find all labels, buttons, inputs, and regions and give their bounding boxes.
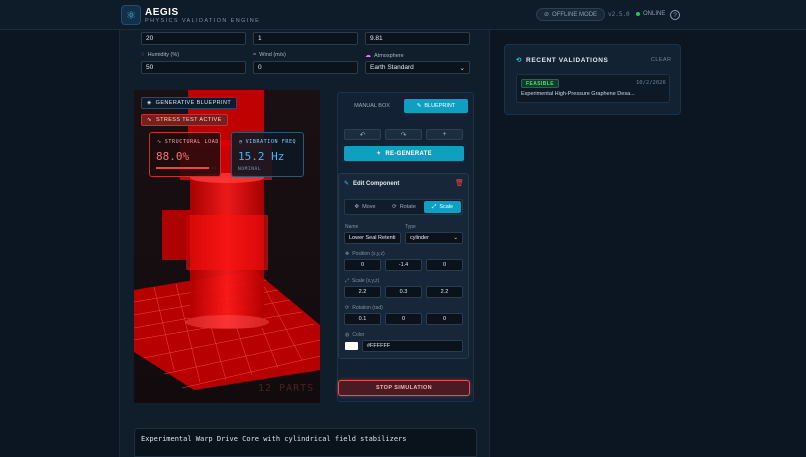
color-swatch[interactable] <box>345 342 358 350</box>
position-y-input[interactable]: -1.4 <box>385 259 422 271</box>
position-z-input[interactable]: 0 <box>426 259 463 271</box>
validation-date: 10/2/2026 <box>636 80 666 86</box>
move-icon: ✥ <box>345 251 350 257</box>
app-subtitle: PHYSICS VALIDATION ENGINE <box>145 18 261 24</box>
scale-icon: ⤢ <box>345 278 350 284</box>
tab-manual-box[interactable]: MANUAL BOX <box>342 99 402 113</box>
edit-icon: ✎ <box>344 181 350 187</box>
history-icon: ⟲ <box>516 57 523 64</box>
droplet-icon: ◌ <box>141 52 145 58</box>
wind-input[interactable]: 0 <box>253 61 358 74</box>
regenerate-button[interactable]: ✦ RE-GENERATE <box>344 146 464 161</box>
chevron-down-icon: ⌄ <box>453 235 458 241</box>
aegis-logo-icon: ⚛ <box>121 5 141 25</box>
palette-icon: ◍ <box>345 332 350 338</box>
tab-blueprint[interactable]: ✎ BLUEPRINT <box>404 99 468 113</box>
scale-label: ⤢ Scale (x,y,z) <box>345 278 380 284</box>
wind-icon: ≈ <box>253 52 257 58</box>
layers-icon: ◈ <box>147 100 152 106</box>
pen-icon: ✎ <box>416 103 422 109</box>
vibration-label: VIBRATION FREQ <box>245 139 297 145</box>
structural-load-value: 88.0% <box>156 150 190 163</box>
wind-label: ≈ Wind (m/s) <box>253 52 286 58</box>
mode-scale-button[interactable]: ⤢ Scale <box>424 201 461 213</box>
offline-mode-toggle[interactable]: ⊘ OFFLINE MODE <box>536 8 606 21</box>
undo-button[interactable]: ↶ <box>344 129 381 140</box>
rotation-x-input[interactable]: 0.1 <box>344 313 381 325</box>
design-prompt-text: Experimental Warp Drive Core with cylind… <box>141 435 407 443</box>
rotation-label: ⟳ Rotation (rad) <box>345 305 383 311</box>
vibration-status: NOMINAL <box>238 167 262 172</box>
color-label: ◍ Color <box>345 332 365 338</box>
environment-field-1[interactable]: 20 <box>141 32 246 45</box>
online-status-label: ONLINE <box>643 11 666 17</box>
structural-load-fill <box>156 167 209 169</box>
scale-icon: ⤢ <box>431 203 437 210</box>
rotate-icon: ⟳ <box>392 204 397 210</box>
scale-x-input[interactable]: 2.2 <box>344 286 381 298</box>
parts-count: 12 PARTS <box>258 383 315 394</box>
stress-test-tag: ∿ STRESS TEST ACTIVE <box>141 114 228 126</box>
type-label: Type <box>405 224 416 230</box>
component-name-input[interactable]: Lower Seal Retenti <box>344 232 401 244</box>
pulse-icon: ∿ <box>157 139 162 145</box>
help-button[interactable]: ? <box>670 10 680 20</box>
position-label: ✥ Position (x,y,z) <box>345 251 385 257</box>
mode-move-button[interactable]: ✥ Move <box>346 201 384 213</box>
scale-y-input[interactable]: 0.3 <box>385 286 422 298</box>
rotation-y-input[interactable]: 0 <box>385 313 422 325</box>
name-label: Name <box>345 224 359 230</box>
move-icon: ✥ <box>354 204 360 210</box>
atmosphere-label: ☁ Atmosphere <box>365 52 404 60</box>
redo-button[interactable]: ↷ <box>385 129 422 140</box>
app-header: ⚛ AEGIS PHYSICS VALIDATION ENGINE ⊘ OFFL… <box>0 0 806 30</box>
mode-rotate-button[interactable]: ⟳ Rotate <box>385 201 423 213</box>
online-status: ONLINE <box>636 11 665 17</box>
status-dot-icon <box>636 12 640 16</box>
stop-simulation-button[interactable]: STOP SIMULATION <box>338 380 470 396</box>
rotate-icon: ⟳ <box>345 305 350 311</box>
gravity-field[interactable]: 9.81 <box>365 32 470 45</box>
generative-blueprint-tag: ◈ GENERATIVE BLUEPRINT <box>141 97 238 109</box>
chevron-down-icon: ⌄ <box>459 64 465 72</box>
humidity-input[interactable]: 50 <box>141 61 246 74</box>
atmosphere-select[interactable]: Earth Standard ⌄ <box>365 61 470 74</box>
position-x-input[interactable]: 0 <box>344 259 381 271</box>
structural-load-label: STRUCTURAL LOAD <box>164 139 219 145</box>
gauge-icon: ◔ <box>239 139 243 145</box>
version-label: v2.5.0 <box>608 11 630 18</box>
offline-mode-label: OFFLINE MODE <box>552 11 598 18</box>
validation-name: Experimental High-Pressure Graphene Desa… <box>521 91 635 97</box>
add-part-button[interactable]: + <box>426 129 463 140</box>
recent-validations-title: ⟲ RECENT VALIDATIONS <box>516 56 609 65</box>
wand-icon: ✦ <box>376 151 382 157</box>
color-hex-input[interactable]: #FFFFFF <box>362 340 463 352</box>
scale-z-input[interactable]: 2.2 <box>426 286 463 298</box>
component-type-select[interactable]: cylinder ⌄ <box>405 232 463 244</box>
app-title: AEGIS <box>145 7 179 18</box>
vibration-card: ◔ VIBRATION FREQ 15.2 Hz NOMINAL <box>231 132 304 177</box>
clear-history-button[interactable]: CLEAR <box>651 57 671 63</box>
rotation-z-input[interactable]: 0 <box>426 313 463 325</box>
cloud-icon: ☁ <box>365 53 371 59</box>
humidity-label: ◌ Humidity (%) <box>141 52 180 58</box>
activity-icon: ∿ <box>147 117 153 123</box>
environment-field-2[interactable]: 1 <box>253 32 358 45</box>
structural-load-card: ∿ STRUCTURAL LOAD 88.0% <box>149 132 221 177</box>
structural-load-bar <box>156 167 216 169</box>
feasible-badge: FEASIBLE <box>521 79 559 88</box>
vibration-value: 15.2 Hz <box>238 150 285 163</box>
edit-component-title: ✎ Edit Component <box>344 180 400 188</box>
wifi-off-icon: ⊘ <box>544 12 550 18</box>
delete-component-icon[interactable]: 🗑 <box>455 179 464 187</box>
